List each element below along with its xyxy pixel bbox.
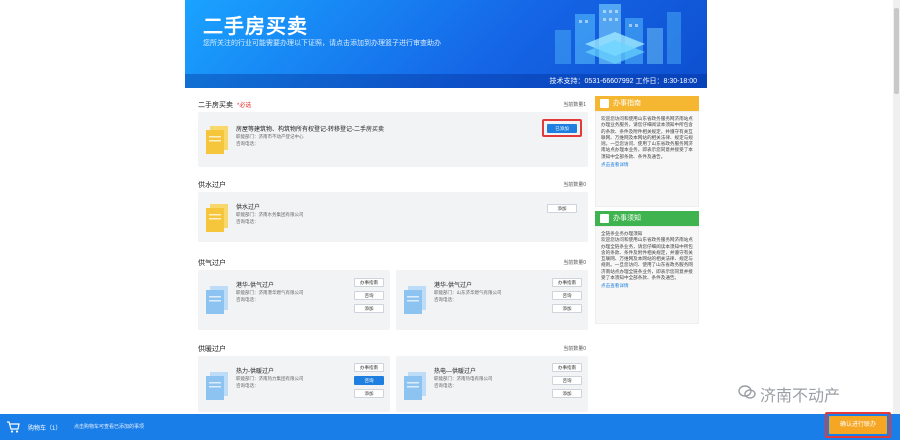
add-button[interactable]: 添加 (354, 304, 384, 313)
section-title: 二手房买卖 *必选 (198, 102, 252, 109)
watermark: 济南不动产 (738, 382, 888, 405)
matter-dept: 职能部门：济南热电有限公司 (434, 376, 493, 381)
matter-card: 港华-供气过户 职能部门：济南港华燃气有限公司 咨询电话： 办事指南 咨询 添加 (198, 270, 390, 330)
matter-title: 港华-供气过户 (434, 283, 472, 289)
section-title: 供暖过户 (198, 346, 226, 353)
cart-icon[interactable] (6, 420, 20, 434)
add-button[interactable]: 添加 (552, 389, 582, 398)
section-count: 当前数量0 (563, 260, 586, 266)
guide-button[interactable]: 办事指南 (552, 363, 582, 372)
city-illustration-icon (555, 4, 681, 64)
matter-title: 房屋等建筑物、构筑物所有权登记-转移登记-二手房买卖 (236, 127, 384, 133)
consult-button[interactable]: 咨询 (552, 376, 582, 385)
page: 二手房买卖 您所关注的行业可能需要办理以下证照，请点击添加到办理篮子进行审查助办… (0, 0, 900, 440)
section-count: 当前数量0 (563, 182, 586, 188)
highlight-box: 确认进行联办 (825, 412, 891, 438)
consult-button[interactable]: 咨询 (552, 291, 582, 300)
added-button[interactable]: 已添加 (547, 124, 577, 133)
document-folder-icon (206, 126, 228, 154)
scrollbar[interactable] (893, 0, 900, 414)
guide-button[interactable]: 办事指南 (354, 278, 384, 287)
matter-phone: 咨询电话： (236, 141, 259, 146)
notice-text: 欢迎您访问和使用山东省政务服务网济南站点办理全链条业务，请您仔细阅读本须知中所包… (601, 237, 693, 281)
notice-header: 办事须知 (595, 211, 699, 226)
consult-button[interactable]: 咨询 (354, 291, 384, 300)
guide-detail-link[interactable]: 点击查看详情 (601, 162, 693, 168)
matter-card: 房屋等建筑物、构筑物所有权登记-转移登记-二手房买卖 职能部门：济南市不动产登记… (198, 112, 588, 167)
section-count: 当前数量0 (563, 346, 586, 352)
document-folder-icon (206, 286, 228, 314)
matter-card: 热力-供暖过户 职能部门：济南热力集团有限公司 咨询电话： 办事指南 咨询 添加 (198, 356, 390, 412)
guide-icon (600, 99, 609, 108)
add-button[interactable]: 添加 (552, 304, 582, 313)
section-heating-transfer: 供暖过户 当前数量0 热力-供暖过户 职能部门：济南热力集团有限公司 咨询电话：… (192, 340, 592, 412)
matter-dept: 职能部门：济南港华燃气有限公司 (236, 290, 304, 295)
matter-title: 供水过户 (236, 205, 261, 211)
guide-button[interactable]: 办事指南 (354, 363, 384, 372)
matter-dept: 职能部门：济南市不动产登记中心 (236, 134, 304, 139)
header-banner: 二手房买卖 您所关注的行业可能需要办理以下证照，请点击添加到办理篮子进行审查助办… (185, 0, 707, 88)
matter-dept: 职能部门：济南水务集团有限公司 (236, 212, 304, 217)
matter-phone: 咨询电话： (236, 383, 259, 388)
matter-phone: 咨询电话： (236, 297, 259, 302)
matter-phone: 咨询电话： (434, 383, 457, 388)
add-button[interactable]: 添加 (354, 389, 384, 398)
guide-text: 欢迎您访问和使用山东省政务服务网济南站点办理业务服务，请您仔细阅读本须知中所包含… (601, 116, 693, 159)
cart-label[interactable]: 购物车（1） (28, 423, 61, 432)
section-water-transfer: 供水过户 当前数量0 供水过户 职能部门：济南水务集团有限公司 咨询电话： 添加 (192, 176, 592, 246)
matter-phone: 咨询电话： (434, 297, 457, 302)
matter-phone: 咨询电话： (236, 219, 259, 224)
matter-dept: 职能部门：山东济华燃气有限公司 (434, 290, 502, 295)
notice-detail-link[interactable]: 点击查看详情 (601, 283, 693, 289)
document-folder-icon (206, 204, 228, 232)
matter-card: 供水过户 职能部门：济南水务集团有限公司 咨询电话： 添加 (198, 192, 588, 242)
document-folder-icon (206, 372, 228, 400)
notice-icon (600, 214, 609, 223)
add-button[interactable]: 添加 (547, 204, 577, 213)
guide-panel: 欢迎您访问和使用山东省政务服务网济南站点办理业务服务，请您仔细阅读本须知中所包含… (595, 111, 699, 207)
banner-subtitle: 您所关注的行业可能需要办理以下证照，请点击添加到办理篮子进行审查助办 (203, 40, 441, 47)
matter-title: 热电—供暖过户 (434, 369, 477, 375)
support-info: 技术支持：0531-66607992 工作日：8:30-18:00 (549, 78, 697, 85)
page-title: 二手房买卖 (203, 14, 308, 38)
section-title: 供气过户 (198, 260, 226, 267)
cart-bar: 购物车（1） 点击购物车可查看已添加的事项 (0, 414, 900, 440)
section-second-hand-house: 二手房买卖 *必选 当前数量1 房屋等建筑物、构筑物所有权登记-转移登记-二手房买… (192, 92, 592, 174)
consult-button[interactable]: 咨询 (354, 376, 384, 385)
banner-info-bar: 技术支持：0531-66607992 工作日：8:30-18:00 (185, 74, 707, 88)
document-folder-icon (404, 372, 426, 400)
matter-card: 港华-供气过户 职能部门：山东济华燃气有限公司 咨询电话： 办事指南 咨询 添加 (396, 270, 588, 330)
matter-list: 二手房买卖 *必选 当前数量1 房屋等建筑物、构筑物所有权登记-转移登记-二手房买… (192, 92, 592, 412)
scrollbar-thumb[interactable] (894, 8, 899, 94)
document-folder-icon (404, 286, 426, 314)
confirm-joint-handling-button[interactable]: 确认进行联办 (829, 416, 887, 434)
notice-panel: 全链条业务办理须知 欢迎您访问和使用山东省政务服务网济南站点办理全链条业务，请您… (595, 226, 699, 324)
required-mark: *必选 (237, 103, 252, 109)
matter-title: 热力-供暖过户 (236, 369, 274, 375)
section-title: 供水过户 (198, 182, 226, 189)
wechat-icon (738, 385, 756, 399)
section-gas-transfer: 供气过户 当前数量0 港华-供气过户 职能部门：济南港华燃气有限公司 咨询电话：… (192, 254, 592, 334)
cart-hint: 点击购物车可查看已添加的事项 (74, 424, 145, 430)
matter-dept: 职能部门：济南热力集团有限公司 (236, 376, 304, 381)
section-count: 当前数量1 (563, 102, 586, 108)
matter-card: 热电—供暖过户 职能部门：济南热电有限公司 咨询电话： 办事指南 咨询 添加 (396, 356, 588, 412)
guide-header: 办事指南 (595, 96, 699, 111)
guide-button[interactable]: 办事指南 (552, 278, 582, 287)
matter-title: 港华-供气过户 (236, 283, 274, 289)
